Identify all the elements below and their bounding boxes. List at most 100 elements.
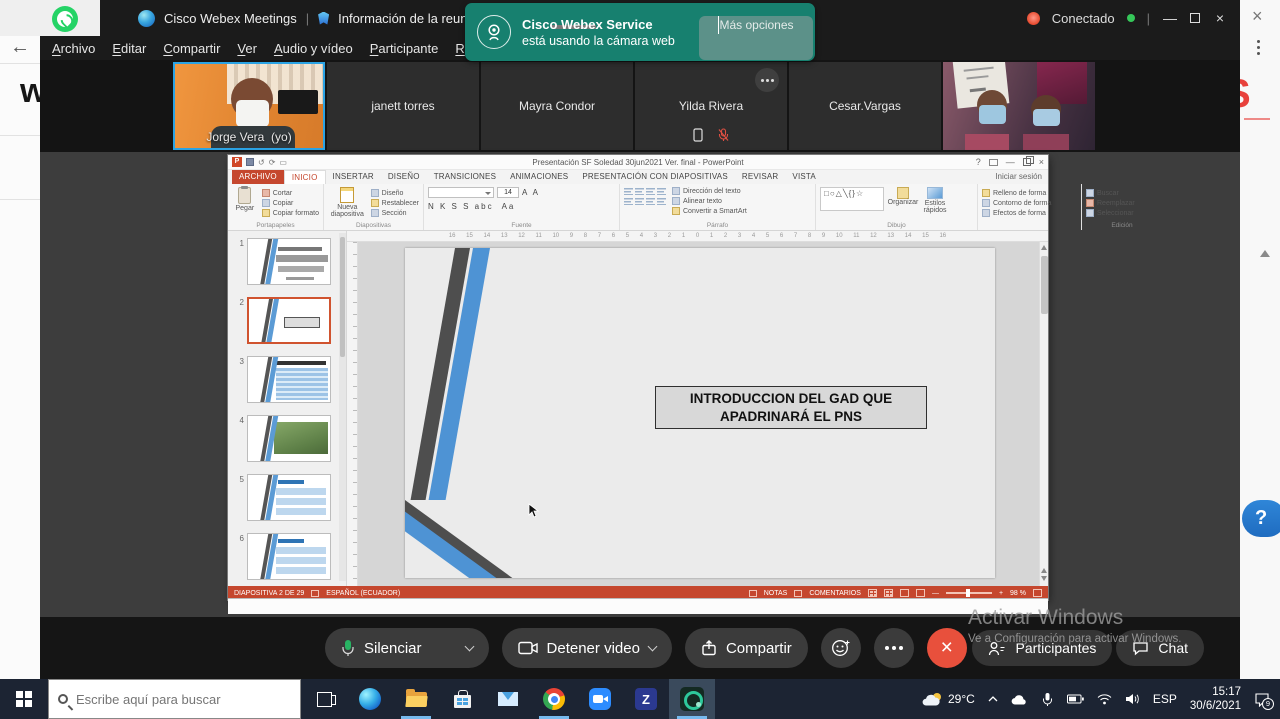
minimize-button[interactable]: — <box>1162 10 1178 26</box>
taskbar-app-z-app[interactable]: Z <box>623 679 669 719</box>
select-button[interactable]: Seleccionar <box>1086 209 1158 217</box>
weather-widget[interactable]: 29°C <box>922 692 975 707</box>
taskbar-search-box[interactable] <box>48 679 301 719</box>
normal-view-icon[interactable] <box>868 589 877 597</box>
cut-button[interactable]: Cortar <box>262 189 319 197</box>
action-center-button[interactable]: 9 <box>1254 692 1270 707</box>
language-indicator[interactable]: ESPAÑOL (ECUADOR) <box>326 590 400 597</box>
ppt-tab-animaciones[interactable]: ANIMACIONES <box>503 170 575 184</box>
browser-back-icon[interactable]: ← <box>10 36 30 59</box>
thumbnail-scrollbar[interactable] <box>339 233 346 581</box>
taskbar-app-mail[interactable] <box>485 679 531 719</box>
taskbar-app-webex-app[interactable] <box>669 679 715 719</box>
reading-view-icon[interactable] <box>900 589 909 597</box>
taskbar-app-chrome[interactable] <box>531 679 577 719</box>
participant-tile-janett-torres[interactable]: janett torres <box>327 62 479 150</box>
slide-scrollbar[interactable] <box>1039 242 1048 586</box>
participant-tile-jorge-vera-yo[interactable]: Jorge Vera (yo) <box>173 62 325 150</box>
menu-compartir[interactable]: Compartir <box>163 41 220 56</box>
scroll-up-icon[interactable] <box>1041 245 1047 250</box>
current-slide[interactable]: INTRODUCCION DEL GAD QUE APADRINARÁ EL P… <box>405 248 995 578</box>
microphone-tray-icon[interactable] <box>1041 692 1054 707</box>
hidden-icons-chevron[interactable] <box>988 696 998 702</box>
grow-shrink-font-buttons[interactable]: A A <box>522 188 540 197</box>
shape-effects-button[interactable]: Efectos de forma <box>982 209 1077 217</box>
sign-in-link[interactable]: Iniciar sesión <box>995 172 1042 181</box>
comments-button[interactable]: COMENTARIOS <box>809 590 861 597</box>
restore-icon[interactable] <box>1026 156 1034 164</box>
slide-thumbnail-4[interactable] <box>247 415 331 462</box>
ppt-minimize-button[interactable]: — <box>1006 157 1015 167</box>
onedrive-icon[interactable] <box>1011 694 1028 705</box>
font-style-buttons[interactable]: N K S S abc <box>428 202 494 211</box>
font-size-combobox[interactable]: 14 <box>497 187 519 198</box>
menu-audio-y-vídeo[interactable]: Audio y vídeo <box>274 41 353 56</box>
font-name-combobox[interactable] <box>428 187 494 198</box>
taskbar-app-file-explorer[interactable] <box>393 679 439 719</box>
zoom-out-button[interactable]: — <box>932 590 939 597</box>
participant-tile-cesar-vargas[interactable]: Cesar.Vargas <box>789 62 941 150</box>
whatsapp-icon[interactable] <box>52 6 78 32</box>
slide-thumbnail-6[interactable] <box>247 533 331 580</box>
start-button[interactable] <box>0 679 48 719</box>
ppt-tab-insertar[interactable]: INSERTAR <box>326 170 381 184</box>
mute-button[interactable]: Silenciar <box>325 628 489 668</box>
search-input[interactable] <box>76 692 276 707</box>
tile-more-options-button[interactable] <box>755 68 779 92</box>
new-slide-button[interactable]: Nueva diapositiva <box>328 187 367 218</box>
ppt-tab-diseño[interactable]: DISEÑO <box>381 170 427 184</box>
stop-video-button[interactable]: Detener video <box>502 628 672 668</box>
find-button[interactable]: Buscar <box>1086 189 1158 197</box>
align-text-button[interactable]: Alinear texto <box>672 197 747 205</box>
chevron-down-icon[interactable] <box>647 641 657 651</box>
zoom-level[interactable]: 98 % <box>1010 590 1026 597</box>
ribbon-display-icon[interactable] <box>989 159 998 166</box>
zoom-in-button[interactable]: + <box>999 590 1003 597</box>
maximize-button[interactable] <box>1190 13 1200 23</box>
copy-button[interactable]: Copiar <box>262 199 319 207</box>
volume-icon[interactable] <box>1125 693 1140 705</box>
leave-meeting-button[interactable]: × <box>927 628 967 668</box>
spellcheck-icon[interactable] <box>311 590 319 597</box>
quick-styles-button[interactable]: Estilos rápidos <box>922 187 948 214</box>
next-slide-icon[interactable] <box>1041 576 1047 581</box>
participants-button[interactable]: Participantes <box>972 630 1112 666</box>
replace-button[interactable]: Reemplazar <box>1086 199 1158 207</box>
layout-button[interactable]: Diseño <box>371 189 419 197</box>
taskbar-app-task-view[interactable] <box>301 679 347 719</box>
chat-button[interactable]: Chat <box>1116 630 1204 666</box>
slide-thumbnail-2[interactable] <box>247 297 331 344</box>
ppt-tab-inicio[interactable]: INICIO <box>284 170 326 184</box>
menu-archivo[interactable]: Archivo <box>52 41 95 56</box>
zoom-slider[interactable] <box>946 592 992 594</box>
reactions-button[interactable] <box>821 628 861 668</box>
vertical-ellipsis-icon[interactable] <box>1257 40 1260 58</box>
webcam-notification-toast[interactable]: Cisco Webex Service está usando la cámar… <box>465 3 815 61</box>
alignment-buttons[interactable] <box>624 197 666 205</box>
taskbar-app-store[interactable] <box>439 679 485 719</box>
slide-thumbnail-5[interactable] <box>247 474 331 521</box>
scrollbar-thumb[interactable] <box>1041 256 1048 314</box>
shape-gallery[interactable]: □○△╲{}☆ <box>820 187 884 211</box>
taskbar-clock[interactable]: 15:17 30/6/2021 <box>1190 685 1241 714</box>
paste-button[interactable]: Pegar <box>232 187 258 217</box>
menu-editar[interactable]: Editar <box>112 41 146 56</box>
help-button[interactable]: ? <box>1242 500 1280 537</box>
ppt-tab-archivo[interactable]: ARCHIVO <box>232 170 284 184</box>
toast-more-options-button[interactable]: Más opciones <box>699 16 813 60</box>
slide-thumbnail-3[interactable] <box>247 356 331 403</box>
chevron-down-icon[interactable] <box>464 641 474 651</box>
participant-tile-yilda-rivera[interactable]: Yilda Rivera <box>635 62 787 150</box>
fit-slide-icon[interactable] <box>1033 589 1042 597</box>
taskbar-app-edge[interactable] <box>347 679 393 719</box>
slide-title-textbox[interactable]: INTRODUCCION DEL GAD QUE APADRINARÁ EL P… <box>655 386 927 429</box>
slideshow-view-icon[interactable] <box>916 589 925 597</box>
zoom-slider-handle[interactable] <box>966 589 970 597</box>
battery-icon[interactable] <box>1067 694 1084 704</box>
participant-tile-mayra-condor[interactable]: Mayra Condor <box>481 62 633 150</box>
smartart-button[interactable]: Convertir a SmartArt <box>672 207 747 215</box>
close-button[interactable]: × <box>1212 10 1228 26</box>
ppt-tab-revisar[interactable]: REVISAR <box>735 170 786 184</box>
taskbar-app-zoom-app[interactable] <box>577 679 623 719</box>
more-options-button[interactable] <box>874 628 914 668</box>
